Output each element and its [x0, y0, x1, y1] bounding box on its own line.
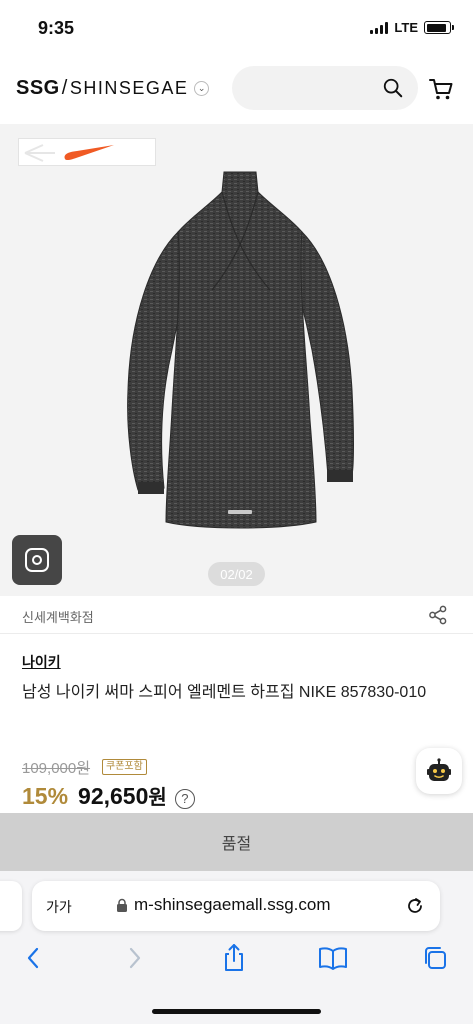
- logo-separator: /: [61, 77, 68, 99]
- chatbot-button[interactable]: [416, 748, 462, 794]
- tabs-button[interactable]: [420, 943, 450, 973]
- chatbot-icon: [427, 758, 451, 781]
- product-photo: [127, 171, 354, 529]
- battery-icon: [424, 21, 454, 34]
- nike-logo-badge: [18, 138, 156, 166]
- ssg-logo[interactable]: SSG / SHINSEGAE ⌄: [16, 77, 210, 100]
- lock-icon: [117, 898, 127, 912]
- price-info-icon[interactable]: ?: [174, 788, 195, 809]
- price-row: 15% 92,650 원 ?: [22, 781, 195, 810]
- discount-rate: 15%: [22, 783, 69, 809]
- site-header: SSG / SHINSEGAE ⌄: [0, 60, 473, 120]
- search-input[interactable]: [232, 66, 418, 110]
- share-button[interactable]: [219, 943, 249, 973]
- previous-tab-card[interactable]: [0, 881, 22, 931]
- status-time: 9:35: [38, 18, 75, 38]
- sale-price: 92,650: [78, 783, 149, 809]
- browser-toolbar: 가가 m-shinsegaemall.ssg.com: [0, 871, 473, 1024]
- tabs-icon: [425, 947, 446, 969]
- logo-name: SHINSEGAE: [69, 78, 189, 98]
- home-indicator: [152, 1009, 321, 1014]
- search-icon[interactable]: [382, 77, 404, 99]
- address-bar[interactable]: 가가 m-shinsegaemall.ssg.com: [32, 881, 440, 931]
- image-page-indicator: 02/02: [208, 562, 265, 586]
- browser-nav-bar: [0, 943, 473, 979]
- share-sheet-icon: [225, 944, 243, 971]
- camera-lens-icon: [25, 548, 49, 572]
- coupon-badge: 쿠폰포함: [102, 759, 147, 775]
- chevron-down-icon[interactable]: ⌄: [194, 81, 210, 96]
- chevron-left-icon: [27, 947, 39, 969]
- store-row: 신세계백화점: [0, 596, 473, 634]
- store-name[interactable]: 신세계백화점: [22, 607, 94, 626]
- url-text[interactable]: m-shinsegaemall.ssg.com: [134, 895, 331, 915]
- forward-button[interactable]: [120, 943, 150, 973]
- image-search-button[interactable]: [12, 535, 62, 585]
- status-bar: 9:35 LTE: [0, 0, 473, 56]
- status-icons: LTE: [370, 20, 454, 35]
- original-price: 109,000원: [22, 760, 91, 777]
- share-icon[interactable]: [428, 605, 448, 625]
- bookmarks-button[interactable]: [318, 943, 348, 973]
- book-icon: [319, 947, 347, 970]
- chevron-right-icon: [129, 947, 141, 969]
- sold-out-button[interactable]: 품절: [0, 813, 473, 871]
- network-label: LTE: [394, 20, 418, 35]
- product-title: 남성 나이키 써마 스피어 엘레멘트 하프집 NIKE 857830-010: [22, 684, 427, 701]
- brand-link[interactable]: 나이키: [22, 652, 61, 672]
- reload-icon[interactable]: [404, 895, 426, 917]
- text-size-button[interactable]: 가가: [46, 897, 72, 917]
- back-button[interactable]: [18, 943, 48, 973]
- product-image-gallery[interactable]: 02/02: [0, 124, 473, 596]
- cart-icon[interactable]: [428, 76, 454, 102]
- logo-ssg: SSG: [16, 77, 60, 99]
- price-unit: 원: [148, 787, 167, 809]
- signal-icon: [370, 21, 389, 34]
